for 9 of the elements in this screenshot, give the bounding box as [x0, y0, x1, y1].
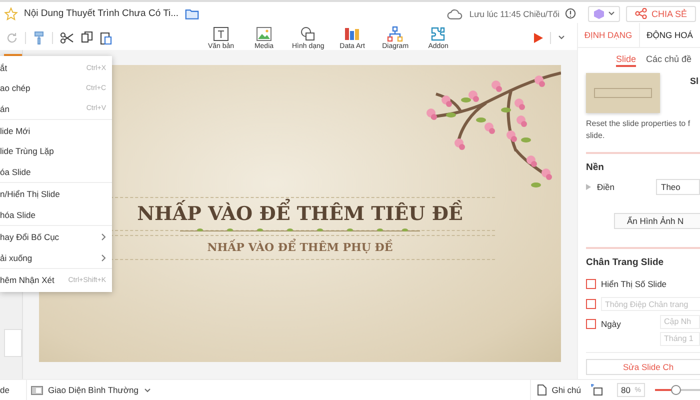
layout-label: Sl: [690, 76, 699, 86]
slide-label: de: [0, 385, 10, 395]
section-heading: Chân Trang Slide: [586, 257, 665, 268]
fill-label: Điền: [597, 182, 614, 192]
checkbox-label: Hiển Thị Số Slide: [601, 279, 667, 289]
section-heading: Nền: [586, 162, 605, 173]
reset-description: Reset the slide properties to f slide.: [586, 118, 692, 142]
checkbox-label: Ngày: [601, 319, 622, 329]
save-status: Lưu lúc 11:45 Chiều/Tối: [469, 8, 560, 18]
